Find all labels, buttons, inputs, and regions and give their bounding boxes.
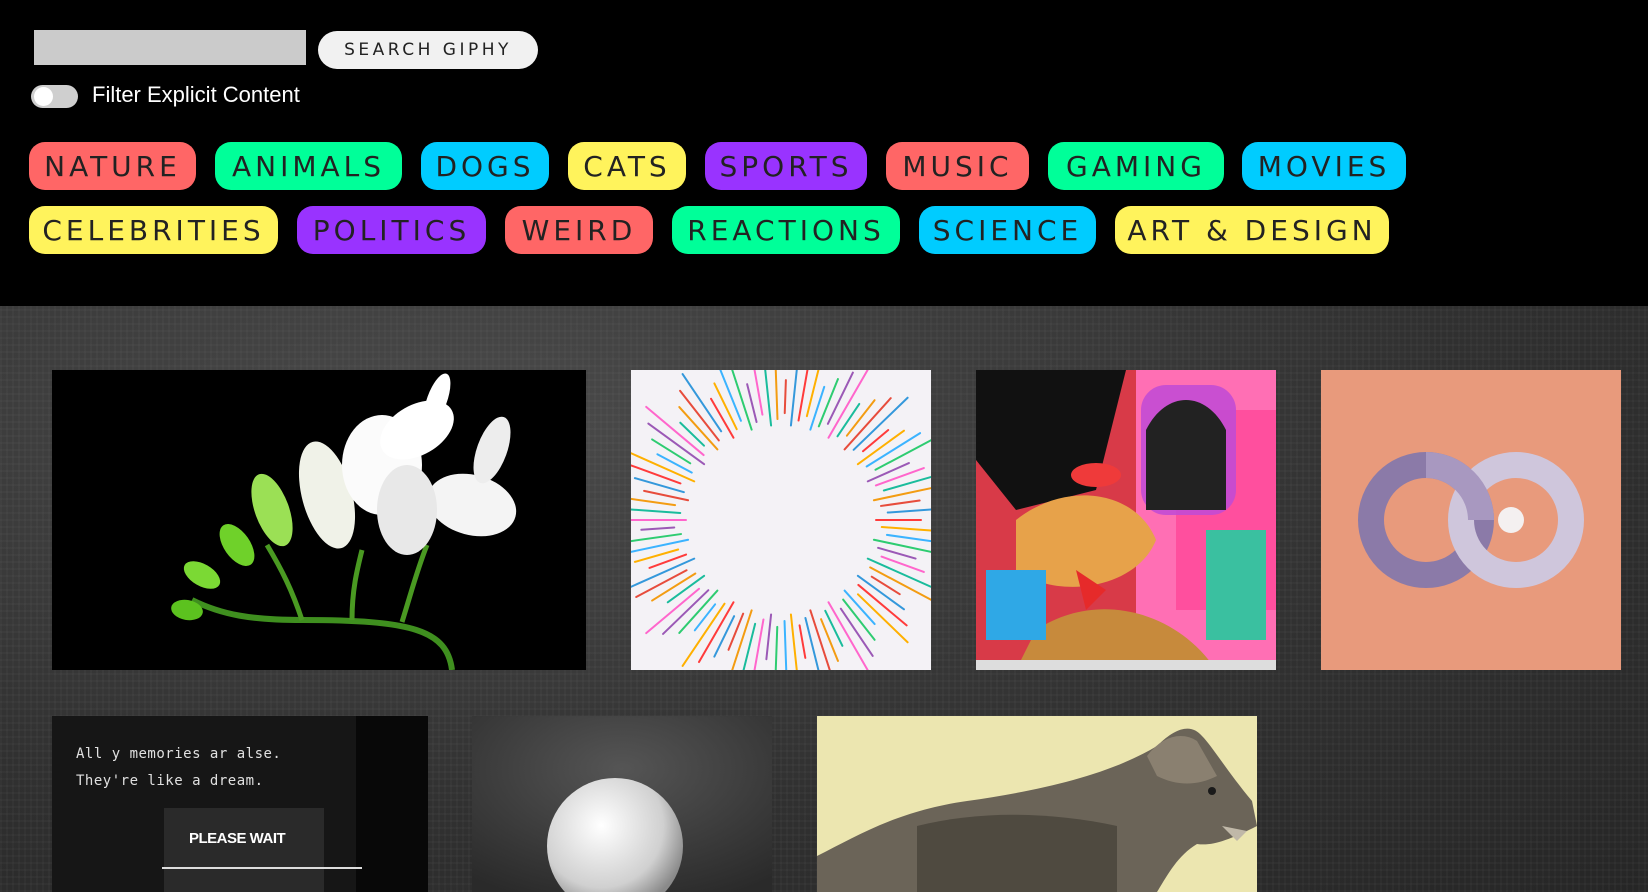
tag-gaming[interactable]: GAMING [1048, 142, 1224, 190]
dream-divider [162, 867, 362, 869]
gif-white-sphere[interactable] [472, 716, 772, 892]
burst-ray [870, 575, 901, 596]
collage-illustration [976, 370, 1276, 670]
burst-ray [719, 370, 742, 422]
burst-ray [783, 379, 787, 415]
burst-ray [820, 618, 839, 662]
please-wait-panel [164, 808, 324, 892]
burst-ray [633, 477, 685, 494]
tag-sports[interactable]: SPORTS [705, 142, 867, 190]
burst-ray [731, 609, 753, 670]
burst-ray [843, 397, 892, 451]
burst-ray [874, 467, 925, 487]
please-wait-text: PLEASE WAIT [189, 830, 286, 847]
burst-ray [805, 370, 820, 418]
burst-ray [852, 396, 909, 451]
burst-illustration [631, 370, 931, 670]
toggle-knob [34, 87, 53, 106]
gif-white-flowers[interactable] [52, 370, 586, 670]
burst-ray [647, 422, 706, 466]
sphere-illustration [472, 716, 772, 892]
infinity-illustration [1358, 452, 1584, 588]
burst-ray [824, 609, 844, 647]
burst-ray [631, 508, 682, 514]
burst-ray [731, 370, 753, 431]
gif-color-burst[interactable] [631, 370, 931, 670]
wolf-illustration [817, 716, 1257, 892]
dream-line-1: All y memories ar alse. [76, 746, 282, 762]
gif-infinity-loop[interactable] [1321, 370, 1621, 670]
burst-ray [631, 464, 682, 485]
tag-music[interactable]: MUSIC [886, 142, 1029, 190]
burst-ray [774, 625, 779, 670]
header: SEARCH GIPHY Filter Explicit Content NAT… [0, 0, 1648, 306]
burst-ray [753, 618, 765, 670]
burst-ray [710, 397, 735, 439]
burst-ray [713, 615, 736, 658]
gif-wolf[interactable] [817, 716, 1257, 892]
burst-ray [861, 429, 890, 453]
dream-dark-panel [356, 716, 428, 892]
tag-animals[interactable]: ANIMALS [215, 142, 402, 190]
tag-reactions[interactable]: REACTIONS [672, 206, 900, 254]
burst-ray [656, 453, 693, 474]
tag-politics[interactable]: POLITICS [297, 206, 486, 254]
burst-ray [856, 593, 909, 644]
burst-ray [866, 462, 910, 483]
tag-weird[interactable]: WEIRD [505, 206, 653, 254]
burst-ray [798, 624, 807, 659]
burst-ray [817, 378, 839, 428]
burst-ray [885, 533, 931, 543]
tag-nature[interactable]: NATURE [29, 142, 196, 190]
gif-abstract-collage[interactable] [976, 370, 1276, 670]
flower-illustration [171, 373, 517, 670]
burst-ray [651, 438, 692, 465]
burst-ray [783, 619, 788, 670]
gif-dream-text[interactable]: All y memories ar alse. They're like a d… [52, 716, 428, 892]
burst-ray [753, 370, 764, 416]
burst-ray [631, 538, 690, 553]
burst-ray [880, 526, 931, 532]
tag-movies[interactable]: MOVIES [1242, 142, 1406, 190]
explicit-filter-label: Filter Explicit Content [92, 82, 300, 107]
burst-ray [774, 370, 779, 421]
burst-ray [679, 421, 706, 447]
tag-celebrities[interactable]: CELEBRITIES [29, 206, 278, 254]
burst-ray [681, 602, 726, 667]
burst-ray [882, 475, 931, 492]
tag-cats[interactable]: CATS [568, 142, 686, 190]
burst-ray [789, 613, 798, 670]
search-input[interactable] [34, 30, 306, 65]
burst-ray [640, 526, 676, 531]
burst-ray [764, 370, 773, 427]
tag-art-design[interactable]: ART & DESIGN [1115, 206, 1389, 254]
burst-ray [765, 613, 773, 661]
burst-ray [645, 587, 701, 635]
burst-ray [789, 370, 798, 427]
burst-ray [645, 405, 705, 457]
tag-science[interactable]: SCIENCE [919, 206, 1096, 254]
burst-ray [836, 402, 861, 438]
burst-ray [880, 499, 921, 507]
tag-dogs[interactable]: DOGS [421, 142, 549, 190]
burst-ray [742, 622, 757, 670]
dream-line-2: They're like a dream. [76, 773, 264, 789]
explicit-filter-toggle[interactable] [31, 85, 78, 108]
burst-ray [693, 603, 717, 632]
burst-ray [746, 383, 758, 424]
search-giphy-button[interactable]: SEARCH GIPHY [318, 31, 538, 69]
burst-ray [880, 555, 925, 573]
burst-ray [886, 508, 931, 514]
